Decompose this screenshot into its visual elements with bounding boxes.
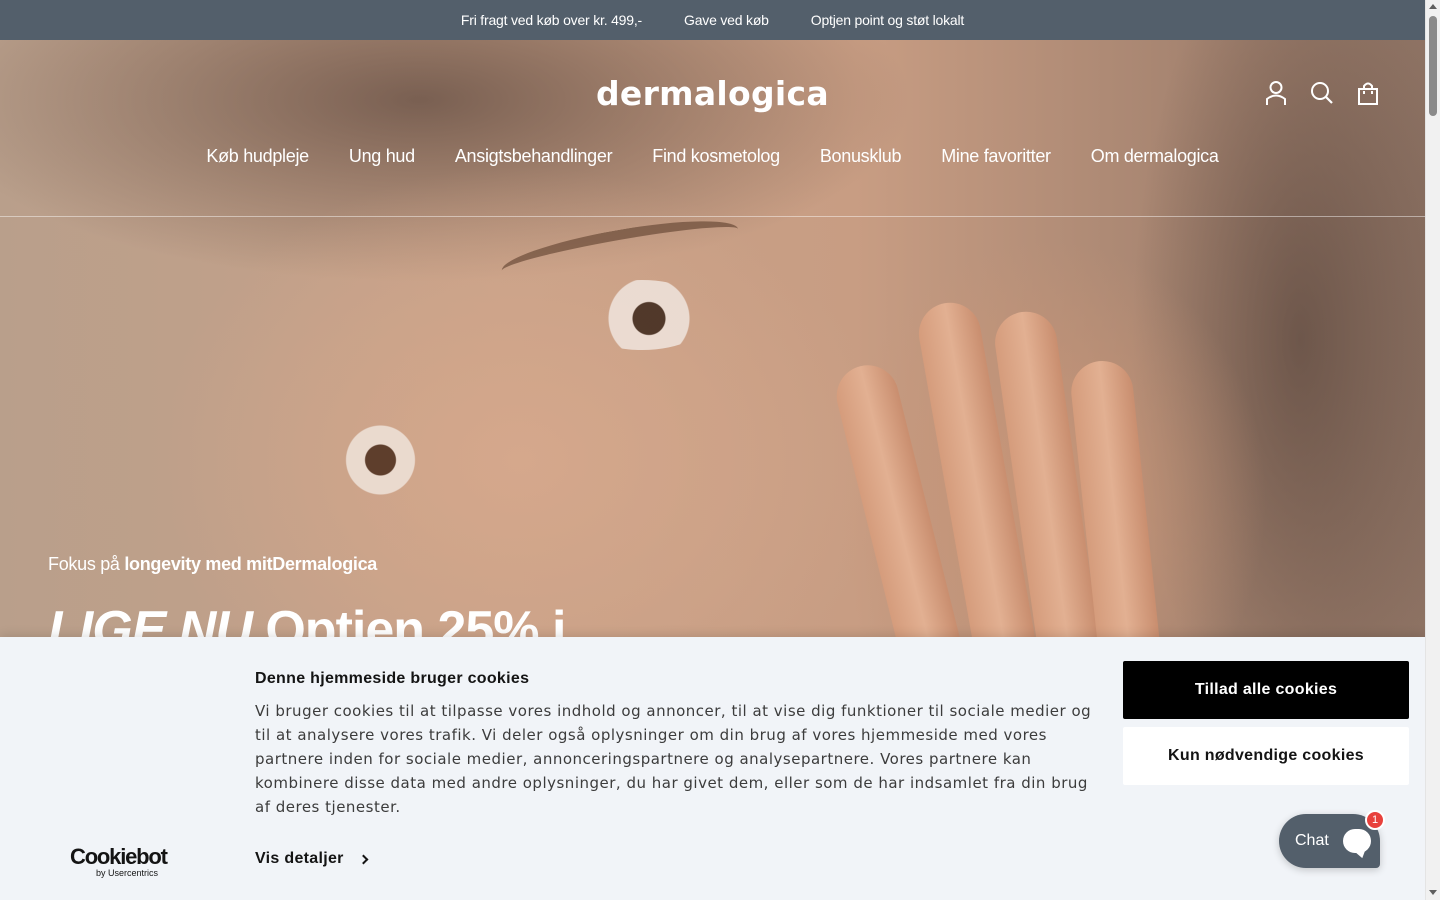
chat-notification-badge: 1 <box>1365 810 1385 830</box>
logo[interactable]: dermalogica <box>0 74 1425 113</box>
scroll-up-icon[interactable] <box>1429 4 1437 9</box>
show-details-link[interactable]: Vis detaljer <box>255 850 369 868</box>
cookie-body: Vi bruger cookies til at tilpasse vores … <box>255 702 1092 816</box>
cookiebot-logo: Cookiebot by Usercentrics <box>70 844 168 878</box>
nav-item-young-skin[interactable]: Ung hud <box>349 146 415 167</box>
scrollbar-thumb[interactable] <box>1429 16 1437 116</box>
hero-photo-detail <box>498 209 742 291</box>
cookie-banner: Cookiebot by Usercentrics Denne hjemmesi… <box>0 637 1425 900</box>
chevron-right-icon <box>358 854 369 864</box>
hero-eyebrow-bold: longevity med mitDermalogica <box>124 554 378 574</box>
cookiebot-logo-main: Cookiebot <box>70 844 168 869</box>
scrollbar[interactable] <box>1425 0 1440 900</box>
hero-eyebrow-prefix: Fokus på <box>48 554 125 574</box>
account-icon[interactable] <box>1264 80 1288 106</box>
nav-item-shop-skincare[interactable]: Køb hudpleje <box>206 146 309 167</box>
announcement-gift[interactable]: Gave ved køb <box>684 12 769 28</box>
announcement-free-shipping[interactable]: Fri fragt ved køb over kr. 499,- <box>461 12 642 28</box>
announcement-points[interactable]: Optjen point og støt lokalt <box>811 12 965 28</box>
nav-item-bonus-club[interactable]: Bonusklub <box>820 146 902 167</box>
hero-eyebrow: Fokus på longevity med mitDermalogica <box>48 554 377 575</box>
nav-item-find-cosmetologist[interactable]: Find kosmetolog <box>652 146 780 167</box>
header-icons <box>1264 80 1380 106</box>
hero-photo-detail <box>572 280 712 350</box>
cookie-title: Denne hjemmeside bruger cookies <box>255 670 530 687</box>
chat-bubble-icon <box>1342 829 1371 853</box>
cart-icon[interactable] <box>1356 80 1380 106</box>
necessary-cookies-button[interactable]: Kun nødvendige cookies <box>1123 727 1409 785</box>
main-nav: Køb hudpleje Ung hud Ansigtsbehandlinger… <box>0 146 1425 167</box>
nav-item-facial-treatments[interactable]: Ansigtsbehandlinger <box>455 146 613 167</box>
allow-all-cookies-button[interactable]: Tillad alle cookies <box>1123 661 1409 719</box>
chat-label: Chat <box>1295 832 1329 849</box>
show-details-label: Vis detaljer <box>255 850 344 867</box>
scroll-down-icon[interactable] <box>1429 890 1437 895</box>
nav-divider <box>0 216 1425 217</box>
hero-photo-detail <box>320 420 430 500</box>
nav-item-favorites[interactable]: Mine favoritter <box>941 146 1051 167</box>
search-icon[interactable] <box>1310 80 1334 106</box>
cookiebot-logo-sub: by Usercentrics <box>96 868 159 878</box>
nav-item-about[interactable]: Om dermalogica <box>1091 146 1219 167</box>
announcement-bar: Fri fragt ved køb over kr. 499,- Gave ve… <box>0 0 1425 40</box>
